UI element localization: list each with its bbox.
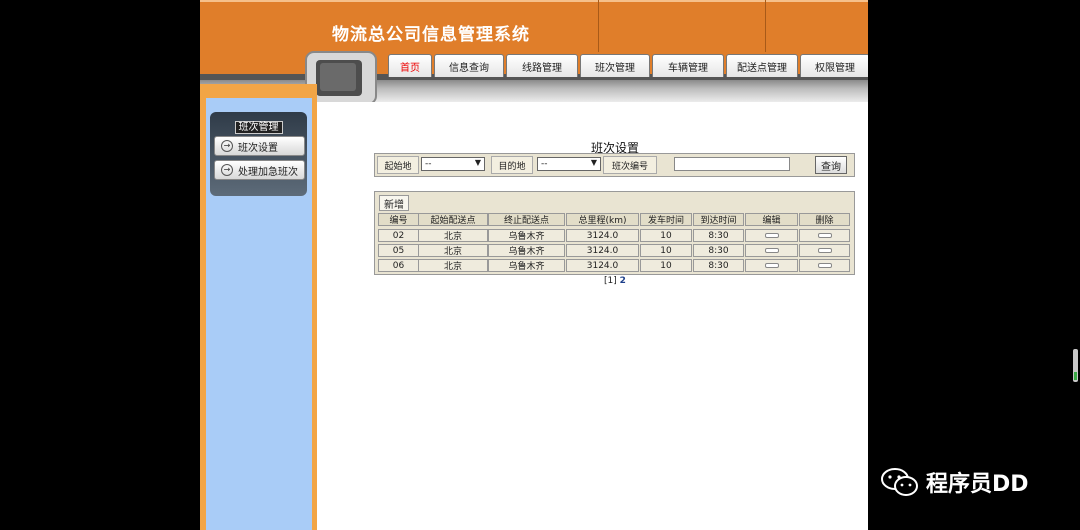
pagination: [1] 2 xyxy=(604,276,626,286)
app-page: 物流总公司信息管理系统 首页 信息查询 线路管理 班次管理 车辆管理 配送点管理… xyxy=(200,0,868,530)
column-header-delete: 删除 xyxy=(799,213,850,226)
shift-number-label: 班次编号 xyxy=(603,156,657,174)
table-cell-destination: 乌鲁木齐 xyxy=(488,244,565,257)
sidebar-title: 班次管理 xyxy=(210,118,307,134)
sidebar-menu: 班次管理 → 班次设置 → 处理加急班次 xyxy=(210,112,307,196)
destination-label: 目的地 xyxy=(491,156,533,174)
table-cell-destination: 乌鲁木齐 xyxy=(488,229,565,242)
edit-button[interactable] xyxy=(764,248,779,253)
delete-button[interactable] xyxy=(817,233,832,238)
pager-current: [1] xyxy=(604,276,617,286)
origin-select[interactable]: -- ▼ xyxy=(421,157,485,171)
table-cell-delete xyxy=(799,259,850,272)
watermark: 程序员DD xyxy=(880,466,1029,498)
table-cell-edit xyxy=(745,229,798,242)
table-cell-id: 05 xyxy=(378,244,419,257)
header-divider xyxy=(765,0,766,52)
search-form: 起始地 -- ▼ 目的地 -- ▼ 班次编号 查询 xyxy=(374,153,855,177)
arrow-right-icon: → xyxy=(221,140,233,152)
watermark-text: 程序员DD xyxy=(926,472,1029,497)
shift-number-input[interactable] xyxy=(674,157,790,171)
column-header-departure: 发车时间 xyxy=(640,213,692,226)
nav-tab-info-query[interactable]: 信息查询 xyxy=(434,54,504,77)
table-cell-edit xyxy=(745,259,798,272)
header-strip xyxy=(200,0,868,2)
table-cell-departure: 10 xyxy=(640,229,692,242)
pager-next-link[interactable]: 2 xyxy=(620,276,626,286)
column-header-id: 编号 xyxy=(378,213,419,226)
destination-select[interactable]: -- ▼ xyxy=(537,157,601,171)
column-header-edit: 编辑 xyxy=(745,213,798,226)
scroll-marker xyxy=(1074,372,1077,380)
table-cell-origin: 北京 xyxy=(418,259,488,272)
table-cell-distance: 3124.0 xyxy=(566,259,639,272)
sidebar-item-urgent-shifts[interactable]: → 处理加急班次 xyxy=(214,160,305,180)
arrow-right-icon: → xyxy=(221,164,233,176)
nav-tab-shift-management[interactable]: 班次管理 xyxy=(580,54,650,77)
origin-label: 起始地 xyxy=(377,156,419,174)
table-cell-id: 02 xyxy=(378,229,419,242)
shift-table-panel: 新增 编号 起始配送点 终止配送点 总里程(km) 发车时间 到达时间 编辑 删除 02 北京 乌鲁… xyxy=(374,191,855,275)
top-nav: 首页 信息查询 线路管理 班次管理 车辆管理 配送点管理 权限管理 xyxy=(388,54,868,78)
column-header-destination: 终止配送点 xyxy=(488,213,565,226)
table-cell-id: 06 xyxy=(378,259,419,272)
column-header-distance: 总里程(km) xyxy=(566,213,639,226)
query-button[interactable]: 查询 xyxy=(815,156,847,174)
add-button[interactable]: 新增 xyxy=(379,195,409,211)
app-title: 物流总公司信息管理系统 xyxy=(332,25,530,45)
sidebar-item-label: 班次设置 xyxy=(238,142,278,154)
sidebar-frame xyxy=(200,84,317,98)
edit-button[interactable] xyxy=(764,233,779,238)
column-header-arrival: 到达时间 xyxy=(693,213,744,226)
table-cell-distance: 3124.0 xyxy=(566,244,639,257)
table-cell-origin: 北京 xyxy=(418,229,488,242)
nav-tab-home[interactable]: 首页 xyxy=(388,54,432,77)
header-divider xyxy=(598,0,599,52)
table-cell-arrival: 8:30 xyxy=(693,259,744,272)
delete-button[interactable] xyxy=(817,263,832,268)
nav-tab-permission-management[interactable]: 权限管理 xyxy=(800,54,868,77)
table-cell-delete xyxy=(799,244,850,257)
chevron-down-icon: ▼ xyxy=(474,158,481,167)
delete-button[interactable] xyxy=(817,248,832,253)
wechat-logo-icon xyxy=(881,468,918,496)
table-cell-arrival: 8:30 xyxy=(693,244,744,257)
sidebar-item-shift-settings[interactable]: → 班次设置 xyxy=(214,136,305,156)
table-cell-edit xyxy=(745,244,798,257)
table-cell-arrival: 8:30 xyxy=(693,229,744,242)
table-cell-delete xyxy=(799,229,850,242)
nav-tab-depot-management[interactable]: 配送点管理 xyxy=(726,54,798,77)
scrollbar-track[interactable] xyxy=(1072,0,1080,530)
edit-button[interactable] xyxy=(764,263,779,268)
table-cell-distance: 3124.0 xyxy=(566,229,639,242)
table-cell-origin: 北京 xyxy=(418,244,488,257)
table-cell-departure: 10 xyxy=(640,244,692,257)
nav-tab-route-management[interactable]: 线路管理 xyxy=(506,54,578,77)
sidebar-item-label: 处理加急班次 xyxy=(238,166,298,178)
table-cell-destination: 乌鲁木齐 xyxy=(488,259,565,272)
nav-tab-vehicle-management[interactable]: 车辆管理 xyxy=(652,54,724,77)
chevron-down-icon: ▼ xyxy=(590,158,597,167)
main-content: 班次设置 起始地 -- ▼ 目的地 -- ▼ 班次编号 查询 新增 编号 起始配送点终… xyxy=(317,102,868,530)
column-header-origin: 起始配送点 xyxy=(418,213,488,226)
table-cell-departure: 10 xyxy=(640,259,692,272)
